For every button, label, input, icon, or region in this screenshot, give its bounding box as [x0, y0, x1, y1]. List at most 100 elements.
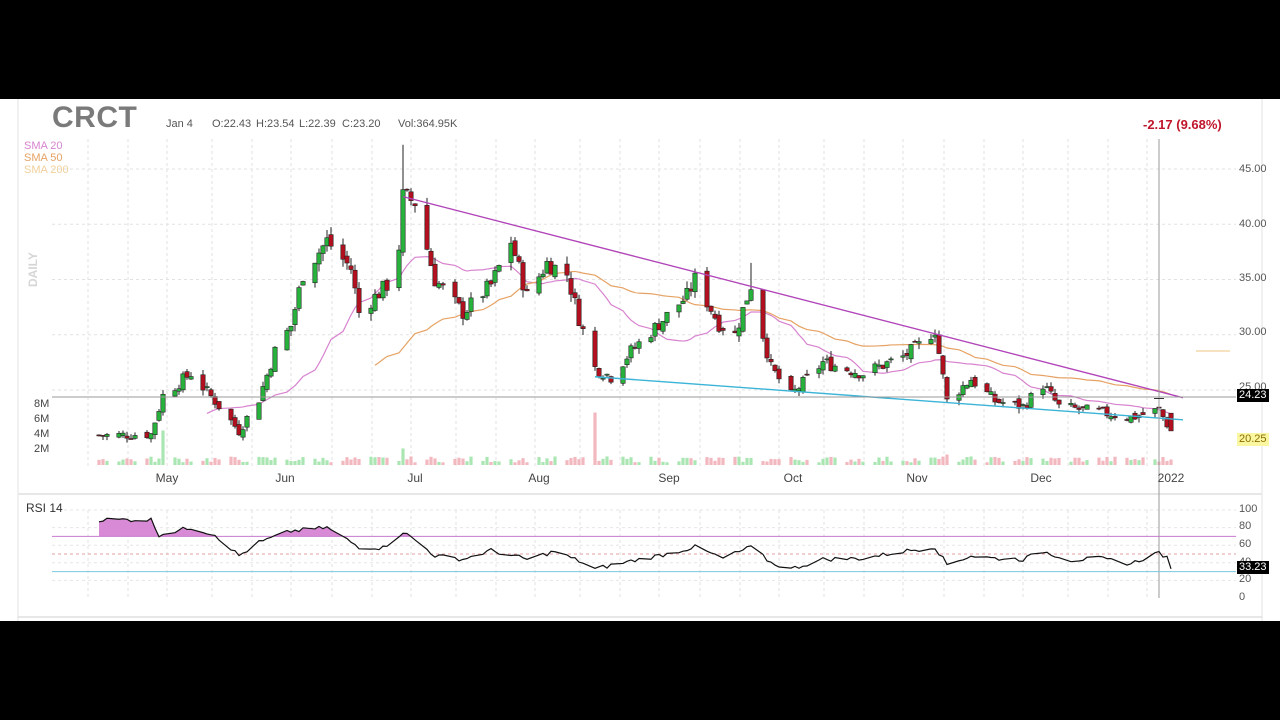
- volume-bar: [461, 458, 465, 465]
- candle-body: [216, 401, 222, 410]
- volume-bar: [537, 457, 541, 465]
- candle-body: [452, 281, 458, 298]
- volume-bar: [441, 462, 445, 465]
- candle-body: [620, 366, 626, 384]
- candle-body: [492, 270, 498, 283]
- volume-bar: [101, 459, 105, 465]
- candle-body: [428, 250, 434, 267]
- volume-bar: [797, 460, 801, 465]
- bar-date: Jan 4: [166, 118, 193, 130]
- candle-body: [888, 358, 894, 361]
- candle-body: [124, 435, 130, 439]
- candle-body: [572, 292, 578, 299]
- high-value: H:23.54: [256, 118, 295, 130]
- candle-body: [600, 377, 606, 380]
- volume-bar: [625, 458, 629, 465]
- candle-body: [820, 361, 826, 371]
- candle-body: [592, 330, 598, 367]
- price-tick: 45.00: [1239, 163, 1267, 175]
- candle-body: [244, 415, 250, 428]
- volume-bar: [1109, 461, 1113, 465]
- volume-bar: [945, 454, 949, 465]
- volume-bar: [353, 457, 357, 465]
- candle-body: [636, 341, 642, 349]
- volume-bar: [429, 456, 433, 465]
- candle-body: [288, 325, 294, 332]
- volume-bar: [845, 461, 849, 465]
- candle-body: [580, 326, 586, 329]
- volume-bar: [1001, 461, 1005, 465]
- month-label: Aug: [528, 471, 550, 485]
- candle-body: [1084, 404, 1090, 410]
- candle-body: [720, 328, 726, 331]
- volume-bar: [677, 461, 681, 465]
- candle-body: [832, 365, 838, 372]
- candle-body: [596, 368, 602, 377]
- volume-bar: [705, 457, 709, 465]
- candle-body: [680, 300, 686, 304]
- volume-bar: [149, 456, 153, 465]
- volume-bar: [1029, 458, 1033, 465]
- volume-bar: [577, 459, 581, 465]
- rsi-line: [98, 517, 1172, 569]
- volume-bar: [153, 461, 157, 465]
- volume-bar: [853, 461, 857, 465]
- volume-bar: [601, 458, 605, 465]
- candle-body: [764, 337, 770, 359]
- candle-body: [1112, 416, 1118, 419]
- volume-bar: [285, 459, 289, 465]
- volume-bar: [793, 459, 797, 465]
- candle-body: [604, 373, 610, 376]
- volume-bar: [889, 461, 893, 465]
- candle-body: [512, 240, 518, 256]
- candle-body: [316, 252, 322, 265]
- volume-bar: [765, 461, 769, 465]
- volume-bar: [741, 461, 745, 465]
- candle-body: [1016, 398, 1022, 409]
- volume-bar: [1161, 457, 1165, 465]
- volume-bar: [381, 457, 385, 465]
- volume-bar: [145, 458, 149, 465]
- month-label: 2022: [1157, 471, 1185, 485]
- price-tick: 40.00: [1239, 218, 1267, 230]
- volume-bar: [205, 458, 209, 465]
- upper-trendline: [402, 195, 1184, 399]
- candle-body: [404, 188, 410, 191]
- candle-body: [516, 256, 522, 262]
- candle-body: [1068, 403, 1074, 406]
- candle-body: [188, 376, 194, 380]
- candle-body: [468, 297, 474, 312]
- volume-bar: [273, 457, 277, 465]
- volume-bar: [513, 462, 517, 465]
- volume-bar: [401, 448, 405, 465]
- candle-body: [800, 377, 806, 393]
- candle-body: [1076, 407, 1082, 410]
- candle-body: [676, 304, 682, 313]
- volume-bar: [469, 456, 473, 465]
- volume-bar: [1129, 459, 1133, 465]
- ticker-symbol: CRCT: [52, 101, 138, 134]
- lower-trendline: [594, 376, 1184, 421]
- rsi-title: RSI 14: [26, 501, 63, 515]
- volume-bar: [1133, 459, 1137, 465]
- volume-bar: [1085, 460, 1089, 465]
- candle-body: [972, 377, 978, 387]
- volume-bar: [209, 461, 213, 465]
- month-label: Oct: [783, 471, 803, 485]
- close-value: C:23.20: [342, 118, 381, 130]
- month-label: May: [155, 471, 179, 485]
- candle-body: [128, 438, 134, 440]
- candle-body: [520, 262, 526, 291]
- candle-body: [296, 287, 302, 309]
- volume-bar: [873, 461, 877, 465]
- volume-bar: [961, 459, 965, 465]
- volume-bar: [653, 460, 657, 465]
- volume-bar: [257, 456, 261, 465]
- volume-bar: [349, 459, 353, 465]
- candle-body: [328, 234, 334, 247]
- volume-bar: [881, 460, 885, 465]
- candle-body: [928, 339, 934, 344]
- volume-bar: [313, 458, 317, 465]
- candle-body: [240, 429, 246, 438]
- candle-body: [940, 355, 946, 375]
